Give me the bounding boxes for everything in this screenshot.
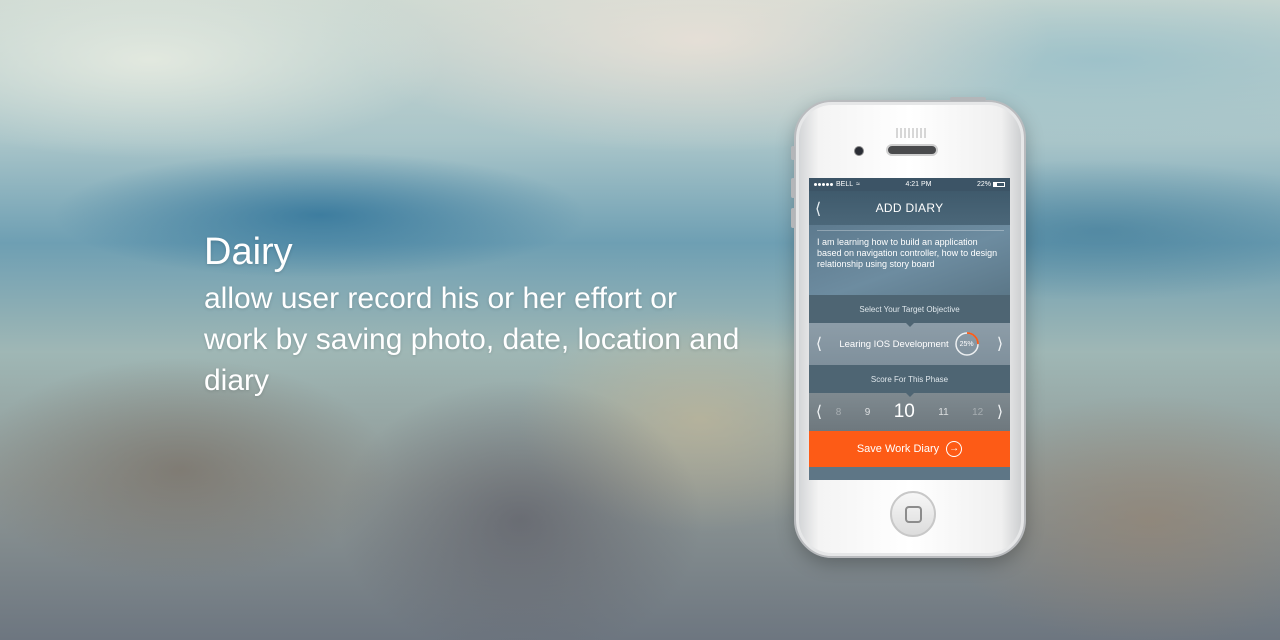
score-label: Score For This Phase bbox=[870, 374, 949, 384]
arrow-right-circle-icon: → bbox=[946, 441, 963, 457]
phone-screen: BELL ≈ 4:21 PM 22% ⟨ ADD DIARY I am lear… bbox=[809, 178, 1010, 480]
status-bar: BELL ≈ 4:21 PM 22% bbox=[809, 178, 1010, 191]
score-picker[interactable]: ⟨ 8 9 10 11 12 ⟩ bbox=[809, 393, 1010, 431]
wifi-icon: ≈ bbox=[856, 181, 860, 188]
save-work-diary-button[interactable]: Save Work Diary → bbox=[809, 431, 1010, 467]
status-time: 4:21 PM bbox=[905, 181, 932, 188]
home-square-icon bbox=[904, 505, 922, 523]
feature-description-text: allow user record his or her effort or w… bbox=[204, 282, 740, 397]
chevron-right-icon[interactable]: ⟩ bbox=[995, 334, 1005, 354]
save-button-label: Save Work Diary bbox=[856, 443, 940, 455]
feature-description: Dairy allow user record his or her effor… bbox=[204, 230, 744, 401]
objective-name: Learing IOS Development bbox=[839, 338, 949, 350]
chevron-left-icon[interactable]: ⟨ bbox=[814, 334, 824, 354]
score-option[interactable]: 9 bbox=[865, 407, 871, 418]
chevron-left-icon[interactable]: ⟨ bbox=[814, 402, 824, 422]
diary-text-area[interactable]: I am learning how to build an applicatio… bbox=[809, 225, 1010, 295]
volume-up-button bbox=[791, 178, 795, 198]
earpiece-speaker bbox=[886, 144, 938, 156]
front-camera bbox=[854, 146, 864, 156]
carrier-name: BELL bbox=[836, 181, 854, 188]
objective-picker[interactable]: ⟨ Learing IOS Development 25% ⟩ bbox=[809, 323, 1010, 365]
nav-bar: ⟨ ADD DIARY bbox=[809, 191, 1010, 225]
score-option[interactable]: 11 bbox=[938, 407, 948, 418]
signal-icon bbox=[814, 183, 833, 186]
power-button bbox=[950, 97, 986, 101]
iphone-mockup: BELL ≈ 4:21 PM 22% ⟨ ADD DIARY I am lear… bbox=[791, 97, 1026, 558]
battery-percent: 22% bbox=[976, 181, 991, 188]
caret-down-icon bbox=[905, 393, 914, 397]
score-section-label: Score For This Phase bbox=[809, 365, 1010, 397]
progress-percent: 25% bbox=[959, 340, 974, 348]
objective-section-label: Select Your Target Objective bbox=[809, 295, 1010, 327]
chevron-right-icon[interactable]: ⟩ bbox=[995, 402, 1005, 422]
chevron-left-icon[interactable]: ⟨ bbox=[815, 199, 821, 219]
objective-label: Select Your Target Objective bbox=[859, 304, 960, 314]
mute-switch bbox=[791, 146, 795, 160]
score-option[interactable]: 8 bbox=[836, 407, 842, 418]
score-option[interactable]: 12 bbox=[972, 407, 983, 418]
caret-down-icon bbox=[905, 323, 914, 327]
home-button[interactable] bbox=[890, 491, 936, 537]
battery-icon bbox=[993, 182, 1005, 187]
volume-down-button bbox=[791, 208, 795, 228]
score-option-selected[interactable]: 10 bbox=[894, 401, 915, 423]
feature-title: Dairy bbox=[204, 231, 293, 273]
speaker-grill bbox=[896, 128, 926, 138]
page-title: ADD DIARY bbox=[875, 201, 944, 215]
progress-ring: 25% bbox=[954, 331, 980, 357]
